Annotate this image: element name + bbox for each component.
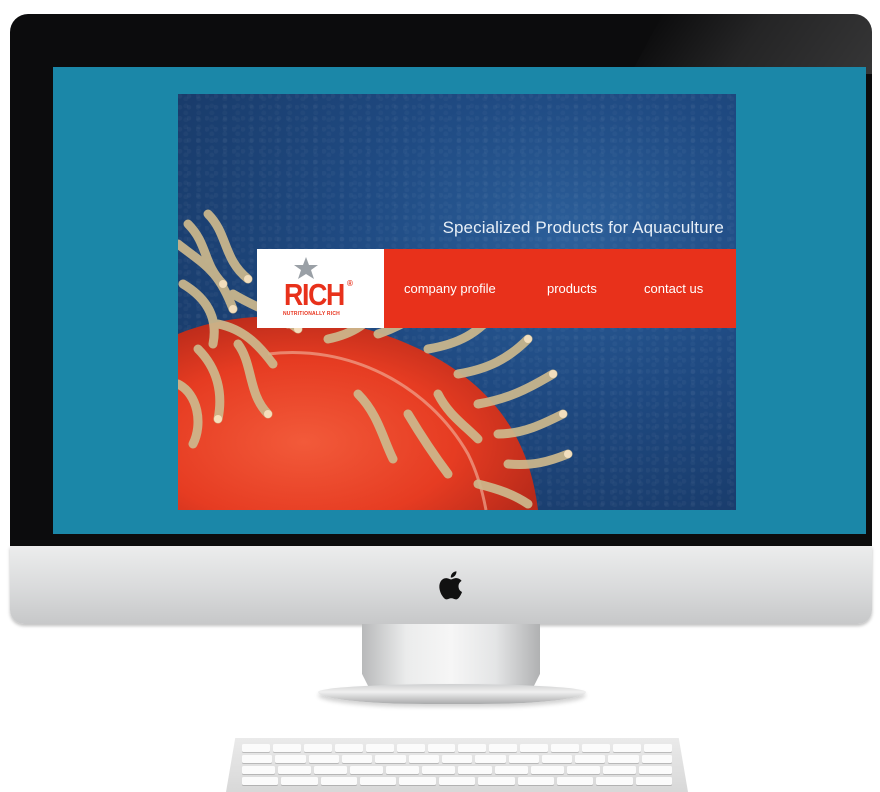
apple-logo-icon <box>439 571 462 600</box>
brand-logo[interactable]: RICH ® NUTRITIONALLY RICH <box>257 249 384 328</box>
bezel-reflection <box>630 14 872 74</box>
logo-registered-mark: ® <box>347 279 353 288</box>
logo-subline: NUTRITIONALLY RICH <box>283 311 340 317</box>
website-hero: Specialized Products for Aquaculture RIC… <box>178 94 736 510</box>
stand-neck <box>362 624 540 688</box>
nav-link-company-profile[interactable]: company profile <box>404 281 496 296</box>
stand-foot <box>318 684 586 704</box>
imac-computer: Specialized Products for Aquaculture RIC… <box>0 0 880 792</box>
star-icon <box>294 257 318 279</box>
nav-link-contact-us[interactable]: contact us <box>644 281 703 296</box>
site-tagline: Specialized Products for Aquaculture <box>442 218 724 237</box>
logo-wordmark: RICH <box>284 277 345 312</box>
display-screen: Specialized Products for Aquaculture RIC… <box>53 67 866 534</box>
keyboard-keys <box>242 744 673 788</box>
keyboard <box>226 738 688 792</box>
nav-link-products[interactable]: products <box>547 281 597 296</box>
display-bezel: Specialized Products for Aquaculture RIC… <box>10 14 872 548</box>
